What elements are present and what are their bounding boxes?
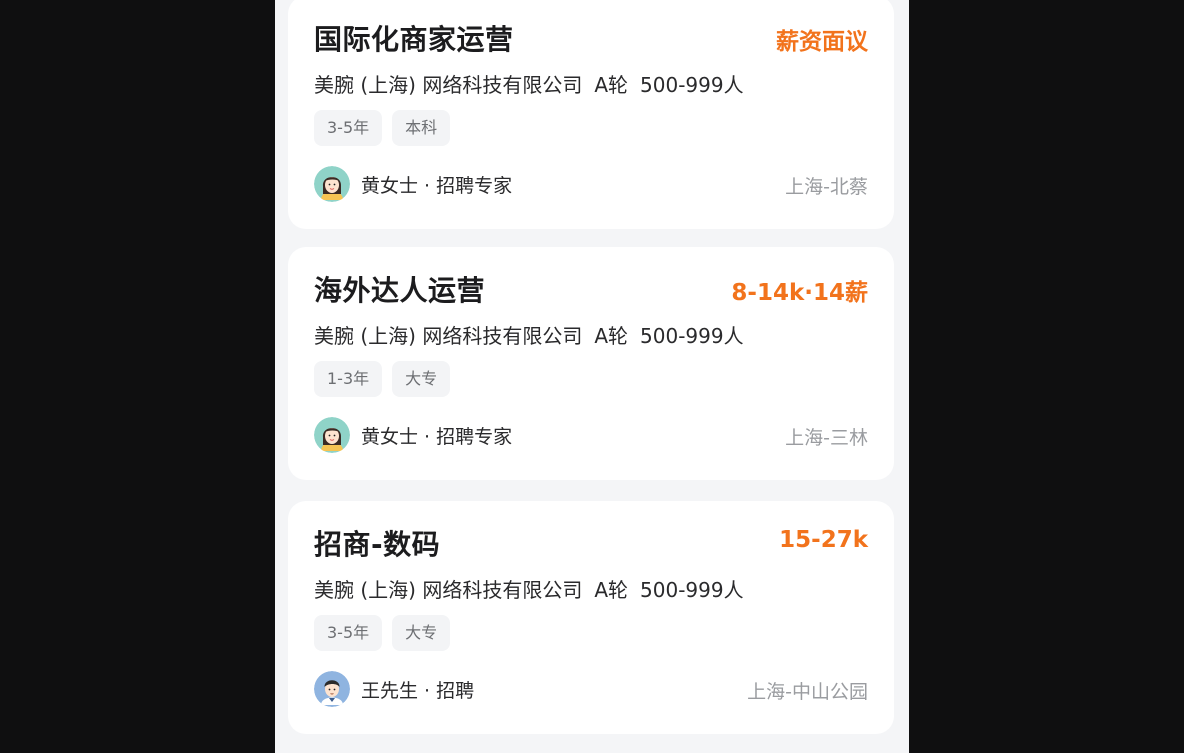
job-tags: 3-5年 本科 bbox=[314, 110, 451, 146]
experience-tag: 1-3年 bbox=[314, 361, 383, 397]
company-size: 500-999人 bbox=[640, 324, 744, 348]
company-size: 500-999人 bbox=[640, 73, 744, 97]
company-info: 美腕 (上海) 网络科技有限公司 A轮 500-999人 bbox=[314, 320, 756, 349]
company-name: 美腕 (上海) 网络科技有限公司 bbox=[314, 324, 583, 348]
education-tag: 大专 bbox=[392, 615, 451, 651]
recruiter-name: 黄女士 · 招聘专家 bbox=[361, 425, 513, 448]
company-funding: A轮 bbox=[594, 578, 629, 602]
job-card[interactable]: 海外达人运营 8-14k·14薪 美腕 (上海) 网络科技有限公司 A轮 500-9… bbox=[288, 247, 894, 480]
company-name: 美腕 (上海) 网络科技有限公司 bbox=[314, 73, 583, 97]
company-funding: A轮 bbox=[594, 73, 629, 97]
recruiter: 王先生 · 招聘 bbox=[314, 671, 474, 707]
education-tag: 大专 bbox=[392, 361, 451, 397]
job-salary: 8-14k·14薪 bbox=[731, 280, 868, 306]
job-card[interactable]: 国际化商家运营 薪资面议 美腕 (上海) 网络科技有限公司 A轮 500-999人 … bbox=[288, 0, 894, 229]
female-avatar-icon bbox=[314, 166, 350, 202]
job-title: 国际化商家运营 bbox=[314, 23, 514, 56]
job-salary: 薪资面议 bbox=[776, 29, 868, 55]
job-location: 上海-中山公园 bbox=[747, 681, 868, 703]
experience-tag: 3-5年 bbox=[314, 110, 383, 146]
job-title: 海外达人运营 bbox=[314, 274, 486, 307]
company-info: 美腕 (上海) 网络科技有限公司 A轮 500-999人 bbox=[314, 574, 756, 603]
company-size: 500-999人 bbox=[640, 578, 744, 602]
company-funding: A轮 bbox=[594, 324, 629, 348]
job-salary: 15-27k bbox=[779, 527, 868, 553]
education-tag: 本科 bbox=[392, 110, 451, 146]
job-list-screen: 国际化商家运营 薪资面议 美腕 (上海) 网络科技有限公司 A轮 500-999人 … bbox=[275, 0, 909, 753]
recruiter-name: 王先生 · 招聘 bbox=[361, 679, 475, 702]
job-tags: 1-3年 大专 bbox=[314, 361, 451, 397]
experience-tag: 3-5年 bbox=[314, 615, 383, 651]
job-tags: 3-5年 大专 bbox=[314, 615, 451, 651]
company-info: 美腕 (上海) 网络科技有限公司 A轮 500-999人 bbox=[314, 69, 756, 98]
recruiter: 黄女士 · 招聘专家 bbox=[314, 166, 512, 202]
recruiter: 黄女士 · 招聘专家 bbox=[314, 417, 512, 453]
company-name: 美腕 (上海) 网络科技有限公司 bbox=[314, 578, 583, 602]
recruiter-name: 黄女士 · 招聘专家 bbox=[361, 174, 513, 197]
job-location: 上海-三林 bbox=[785, 427, 868, 449]
job-location: 上海-北蔡 bbox=[785, 176, 868, 198]
job-card[interactable]: 招商-数码 15-27k 美腕 (上海) 网络科技有限公司 A轮 500-999人 … bbox=[288, 501, 894, 734]
job-title: 招商-数码 bbox=[314, 528, 441, 561]
female-avatar-icon bbox=[314, 417, 350, 453]
male-avatar-icon bbox=[314, 671, 350, 707]
